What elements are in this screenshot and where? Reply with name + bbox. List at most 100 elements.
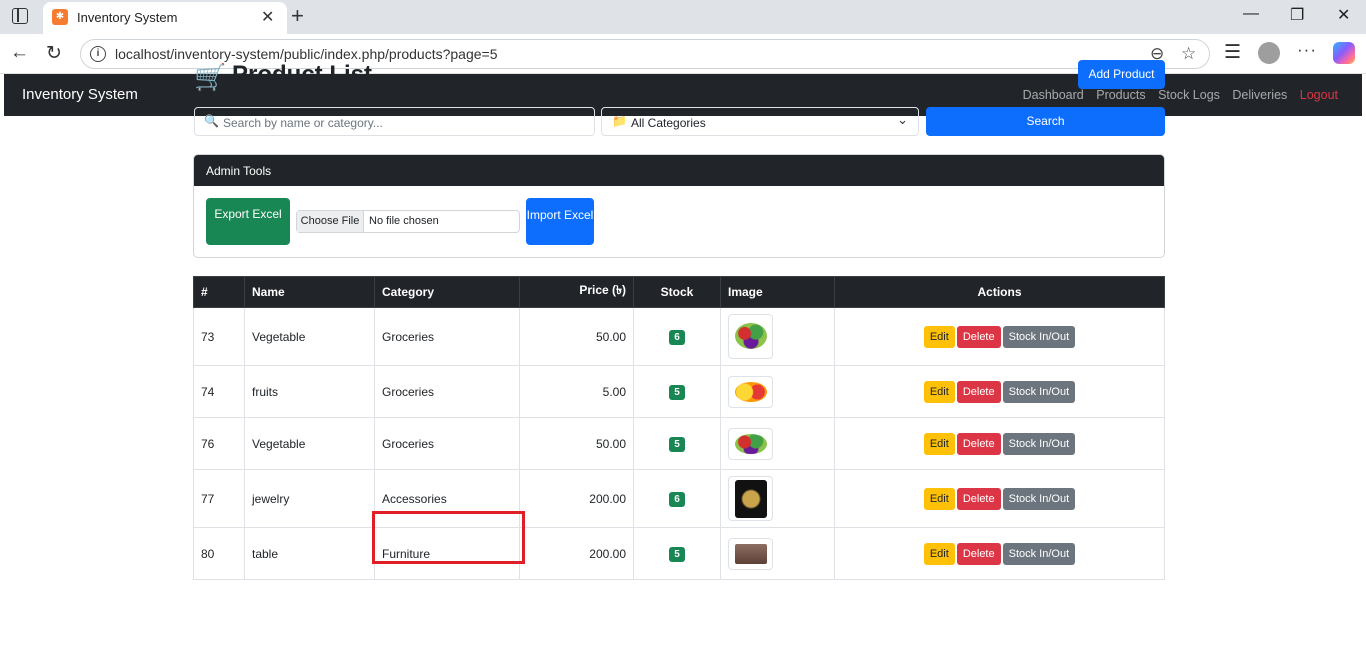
site-info-icon[interactable]: i [90,46,106,62]
category-select[interactable]: 📁 All Categories ⌄ [601,107,919,136]
cell-name: table [244,527,375,580]
delete-button[interactable]: Delete [956,432,1001,455]
table-header-row: # Name Category Price (৳) Stock Image Ac… [193,276,1165,308]
favorite-star-icon[interactable]: ☆ [1181,44,1196,64]
th-name: Name [244,276,375,308]
cell-id: 73 [193,307,245,366]
search-button[interactable]: Search [926,107,1165,136]
cell-name: fruits [244,365,375,418]
stock-badge: 6 [669,329,685,345]
stock-badge: 5 [669,384,685,400]
th-image: Image [720,276,835,308]
stock-in-out-button[interactable]: Stock In/Out [1002,487,1076,510]
minimize-icon[interactable]: — [1243,5,1259,23]
edit-button[interactable]: Edit [923,432,955,455]
window-close-icon[interactable]: ✕ [1337,5,1350,25]
cell-name: Vegetable [244,417,375,470]
xampp-favicon-icon: ✱ [52,9,68,25]
product-image-table [728,537,773,570]
more-menu-icon[interactable]: ··· [1297,40,1317,60]
th-stock: Stock [633,276,721,308]
choose-file-button[interactable]: Choose File [297,211,364,232]
stock-in-out-button[interactable]: Stock In/Out [1002,432,1076,455]
search-input[interactable]: 🔍 Search by name or category... [194,107,595,136]
restore-icon[interactable]: ❐ [1290,5,1304,25]
delete-button[interactable]: Delete [956,542,1001,565]
title-row: 🛒 Product List Add Product [194,60,1165,92]
row-actions: Edit Delete Stock In/Out [834,307,1165,366]
edit-button[interactable]: Edit [923,325,955,348]
nav-logout[interactable]: Logout [1300,88,1338,102]
export-excel-button[interactable]: Export Excel [206,198,290,245]
shopping-cart-icon: 🛒 [194,62,227,92]
table-row: 74 fruits Groceries 5.00 5 Edit Delete Sto… [193,365,1165,418]
profile-avatar[interactable] [1258,42,1280,64]
nav-products[interactable]: Products [1096,88,1145,102]
edit-button[interactable]: Edit [923,487,955,510]
stock-in-out-button[interactable]: Stock In/Out [1002,325,1076,348]
tab-title: Inventory System [77,10,178,25]
th-category: Category [374,276,520,308]
stock-in-out-button[interactable]: Stock In/Out [1002,380,1076,403]
file-status: No file chosen [369,215,439,227]
edit-button[interactable]: Edit [923,380,955,403]
tab-close-icon[interactable]: ✕ [261,7,274,27]
nav-stock-logs[interactable]: Stock Logs [1158,88,1220,102]
search-placeholder: Search by name or category... [223,116,383,130]
folder-icon: 📁 [612,114,627,128]
product-image-fruits [728,375,773,408]
row-actions: Edit Delete Stock In/Out [834,365,1165,418]
delete-button[interactable]: Delete [956,380,1001,403]
import-excel-button[interactable]: Import Excel [526,198,594,245]
row-actions: Edit Delete Stock In/Out [834,527,1165,580]
stock-in-out-button[interactable]: Stock In/Out [1002,542,1076,565]
admin-tools-title: Admin Tools [194,155,1164,186]
favorites-list-icon[interactable]: ☰ [1224,41,1241,64]
cell-category: Groceries [374,365,520,418]
cell-name: Vegetable [244,307,375,366]
row-actions: Edit Delete Stock In/Out [834,417,1165,470]
reload-icon[interactable]: ↻ [46,42,62,65]
nav-deliveries[interactable]: Deliveries [1232,88,1287,102]
cell-name: jewelry [244,469,375,528]
category-select-value: All Categories [631,116,706,130]
sidebar-toggle-icon[interactable] [12,8,28,24]
search-icon: 🔍 [204,114,219,128]
admin-tools-card: Admin Tools Export Excel Choose File No … [193,154,1165,258]
highlight-box [372,511,525,564]
table-row: 77 jewelry Accessories 200.00 6 Edit Dele… [193,469,1165,528]
stock-badge: 6 [669,491,685,507]
back-icon[interactable]: ← [10,42,29,64]
product-image-vegetables [728,427,773,460]
cell-id: 76 [193,417,245,470]
products-table: # Name Category Price (৳) Stock Image Ac… [193,276,1165,580]
table-row: 76 Vegetable Groceries 50.00 5 Edit Delet… [193,417,1165,470]
cell-price: 5.00 [519,365,634,418]
navbar-brand[interactable]: Inventory System [22,86,138,103]
add-product-button[interactable]: Add Product [1078,60,1165,89]
edit-button[interactable]: Edit [923,542,955,565]
new-tab-icon[interactable]: + [291,3,304,29]
file-input[interactable]: Choose File No file chosen [296,210,520,233]
browser-tab-bar: ✱ Inventory System ✕ + — ❐ ✕ [0,0,1366,34]
delete-button[interactable]: Delete [956,325,1001,348]
table-row: 80 table Furniture 200.00 5 Edit Delete St… [193,527,1165,580]
cell-category: Groceries [374,417,520,470]
cell-price: 50.00 [519,307,634,366]
cell-id: 80 [193,527,245,580]
th-actions: Actions [834,276,1165,308]
browser-tab[interactable]: ✱ Inventory System ✕ [43,2,287,34]
page-title: Product List [232,61,373,88]
cell-price: 50.00 [519,417,634,470]
table-row: 73 Vegetable Groceries 50.00 6 Edit Delet… [193,307,1165,366]
nav-dashboard[interactable]: Dashboard [1023,88,1084,102]
stock-badge: 5 [669,546,685,562]
row-actions: Edit Delete Stock In/Out [834,469,1165,528]
delete-button[interactable]: Delete [956,487,1001,510]
copilot-icon[interactable] [1333,42,1355,64]
chevron-down-icon: ⌄ [897,112,908,127]
product-image-necklace [728,476,773,521]
cell-id: 77 [193,469,245,528]
cell-category: Groceries [374,307,520,366]
stock-badge: 5 [669,436,685,452]
